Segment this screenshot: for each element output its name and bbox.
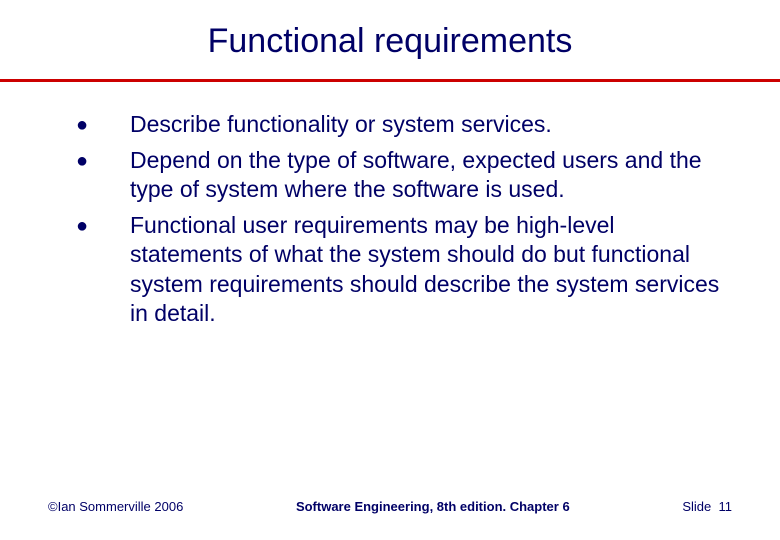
bullet-list: ● Describe functionality or system servi… — [70, 110, 730, 329]
list-item: ● Describe functionality or system servi… — [70, 110, 730, 140]
slide-title: Functional requirements — [0, 0, 780, 79]
bullet-text: Functional user requirements may be high… — [130, 211, 730, 329]
bullet-text: Describe functionality or system service… — [130, 110, 552, 139]
bullet-icon: ● — [70, 211, 130, 241]
slide-content: ● Describe functionality or system servi… — [0, 82, 780, 329]
footer-slide-num: 11 — [719, 499, 733, 514]
bullet-text: Depend on the type of software, expected… — [130, 146, 730, 205]
bullet-icon: ● — [70, 146, 130, 176]
footer-slide-number: Slide 11 — [682, 499, 732, 514]
list-item: ● Depend on the type of software, expect… — [70, 146, 730, 205]
footer-slide-label: Slide — [682, 499, 711, 514]
list-item: ● Functional user requirements may be hi… — [70, 211, 730, 329]
bullet-icon: ● — [70, 110, 130, 140]
slide-footer: ©Ian Sommerville 2006 Software Engineeri… — [0, 499, 780, 514]
footer-copyright: ©Ian Sommerville 2006 — [48, 499, 183, 514]
footer-center: Software Engineering, 8th edition. Chapt… — [183, 499, 682, 514]
slide-container: Functional requirements ● Describe funct… — [0, 0, 780, 540]
